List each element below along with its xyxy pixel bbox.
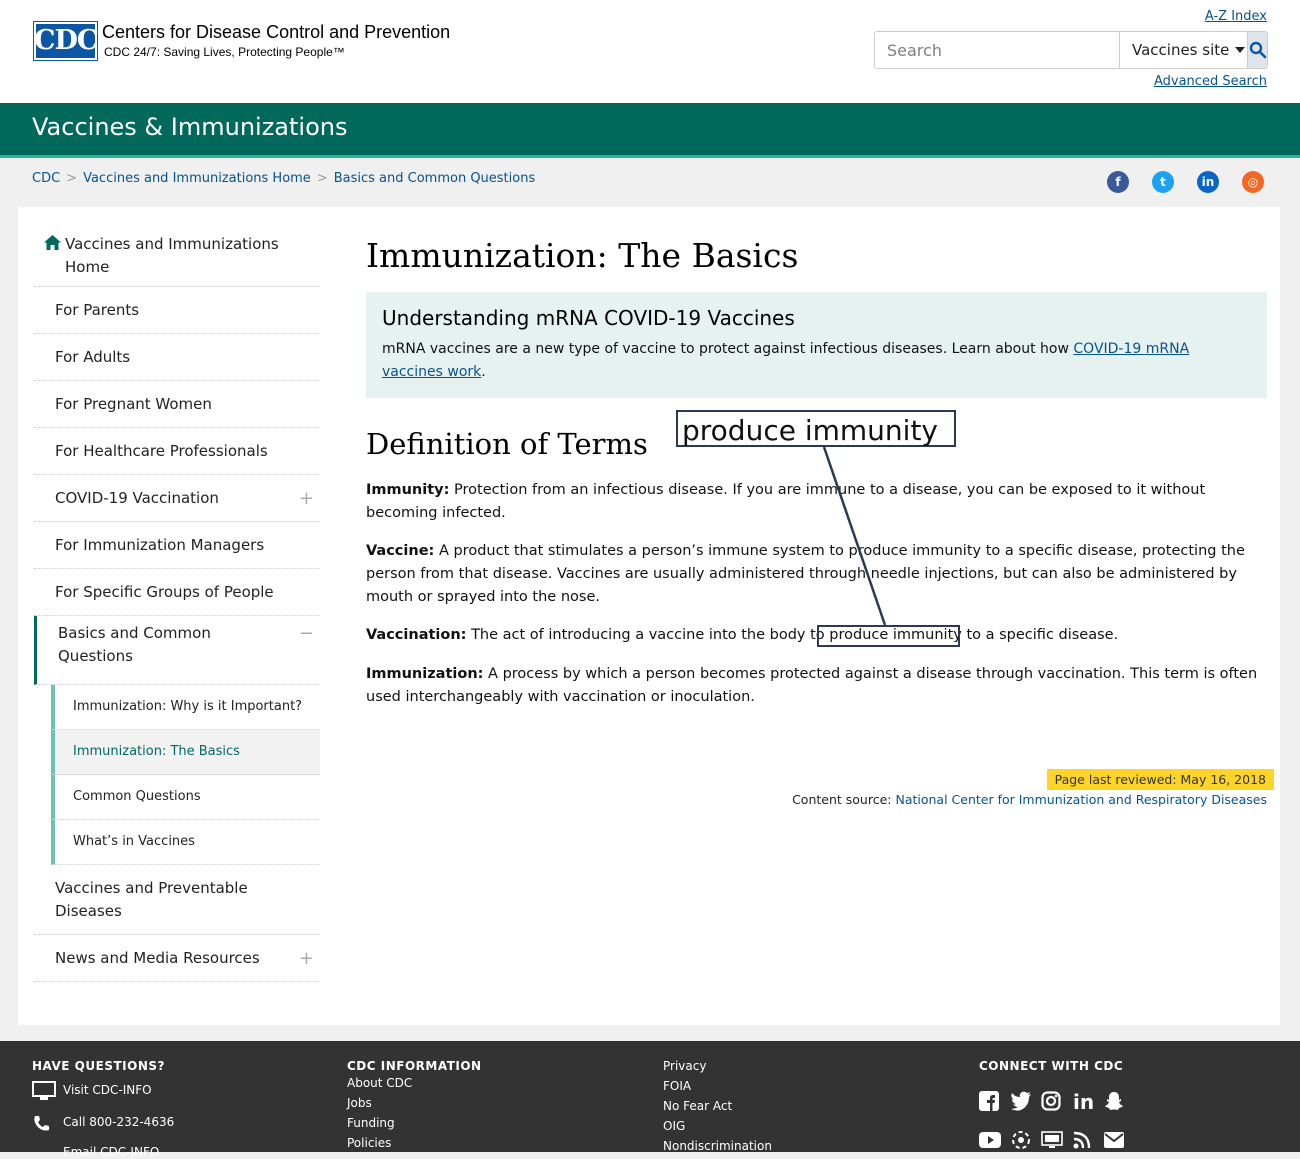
annotation-connector xyxy=(822,446,887,626)
footer-link[interactable]: OIG xyxy=(663,1119,685,1133)
visit-cdc-info-link[interactable]: Visit CDC-INFO xyxy=(63,1083,152,1097)
snapchat-icon[interactable] xyxy=(1104,1091,1124,1116)
annotation-target-box xyxy=(817,625,960,647)
footer-link[interactable]: FOIA xyxy=(663,1079,691,1093)
footer-link[interactable]: Jobs xyxy=(347,1096,372,1110)
site-footer: HAVE QUESTIONS? Visit CDC-INFO Call 800-… xyxy=(0,1041,1300,1159)
rss-icon[interactable] xyxy=(1073,1131,1091,1154)
youtube-icon[interactable] xyxy=(979,1132,1001,1153)
instagram-icon[interactable] xyxy=(1041,1091,1061,1116)
email-cdc-info-link[interactable]: Email CDC-INFO xyxy=(63,1145,159,1159)
footer-link[interactable]: Privacy xyxy=(663,1059,706,1073)
phone-icon xyxy=(32,1115,50,1138)
footer-heading-cdc-info: CDC INFORMATION xyxy=(347,1059,482,1073)
footer-heading-questions: HAVE QUESTIONS? xyxy=(32,1059,165,1073)
footer-link[interactable]: Funding xyxy=(347,1116,395,1130)
footer-link[interactable]: Policies xyxy=(347,1136,391,1150)
footer-heading-connect: CONNECT WITH CDC xyxy=(979,1059,1124,1073)
email-icon[interactable] xyxy=(1104,1132,1124,1153)
footer-link[interactable]: Nondiscrimination xyxy=(663,1139,772,1153)
monitor-icon xyxy=(32,1081,56,1106)
facebook-icon[interactable] xyxy=(979,1091,999,1116)
call-cdc-info-link[interactable]: Call 800-232-4636 xyxy=(63,1115,174,1129)
linkedin-icon[interactable]: in xyxy=(1073,1090,1094,1114)
annotation-label: produce immunity xyxy=(676,410,956,447)
footer-link[interactable]: About CDC xyxy=(347,1076,412,1090)
cdc-tv-icon[interactable] xyxy=(1041,1131,1063,1154)
footer-link[interactable]: No Fear Act xyxy=(663,1099,732,1113)
twitter-icon[interactable] xyxy=(1010,1091,1032,1116)
